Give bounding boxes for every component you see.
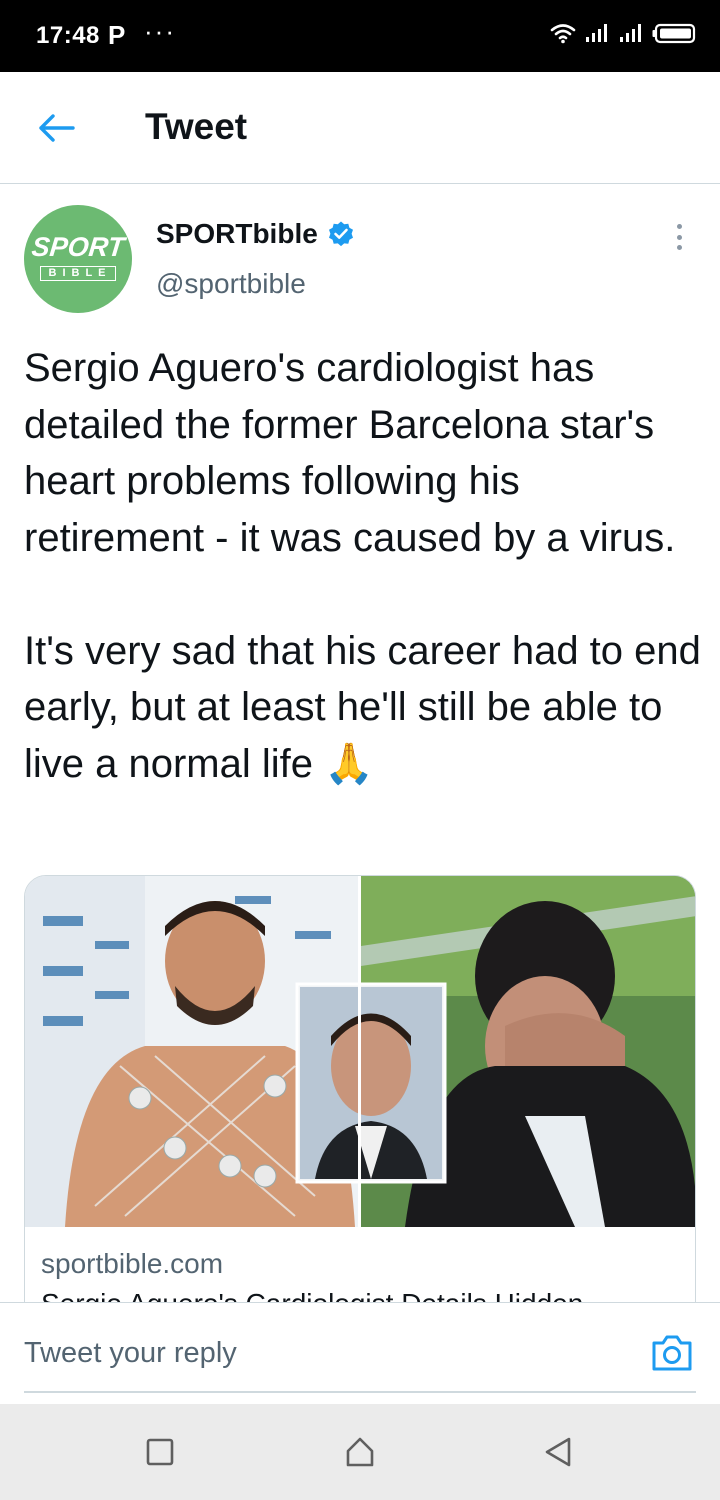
more-vertical-icon-dot [676, 234, 682, 240]
signal-icon [618, 22, 644, 44]
verified-badge-icon [327, 220, 355, 248]
author-handle[interactable]: @sportbible [156, 268, 306, 300]
card-domain: sportbible.com [41, 1248, 224, 1279]
battery-icon [652, 22, 696, 44]
wifi-icon [550, 22, 576, 44]
system-nav-bar [0, 1404, 720, 1500]
recents-square-icon[interactable] [142, 1434, 178, 1470]
avatar-logo-subtext: BIBLE [40, 266, 116, 281]
arrow-left-icon [37, 113, 75, 148]
more-options-button[interactable] [664, 220, 694, 254]
camera-icon[interactable] [650, 1331, 694, 1375]
avatar[interactable]: SPORT BIBLE [24, 205, 132, 313]
tweet-text: Sergio Aguero's cardiologist has detaile… [24, 346, 701, 786]
top-app-bar: Tweet [0, 72, 720, 184]
more-notifications-icon: ··· [144, 16, 176, 46]
author-name[interactable]: SPORTbible [156, 218, 318, 250]
status-icons [550, 22, 696, 44]
reply-placeholder: Tweet your reply [24, 1337, 237, 1369]
back-triangle-icon[interactable] [540, 1434, 576, 1470]
more-vertical-icon [676, 224, 682, 229]
reply-bar: Tweet your reply [0, 1302, 720, 1404]
link-preview-card[interactable]: sportbible.com Sergio Aguero's Cardiolog… [24, 875, 696, 1335]
reply-input[interactable]: Tweet your reply [24, 1303, 696, 1393]
app-notification-icon: P [108, 20, 126, 50]
home-icon[interactable] [342, 1434, 378, 1470]
signal-icon [584, 22, 610, 44]
status-time: 17:48 [36, 22, 100, 49]
page-title: Tweet [145, 106, 248, 147]
back-button[interactable] [30, 108, 82, 152]
avatar-logo-text: SPORT [30, 232, 126, 262]
card-image[interactable] [25, 876, 695, 1227]
more-vertical-icon-dot [676, 245, 682, 250]
status-bar: 17:48 P ··· [0, 0, 720, 72]
